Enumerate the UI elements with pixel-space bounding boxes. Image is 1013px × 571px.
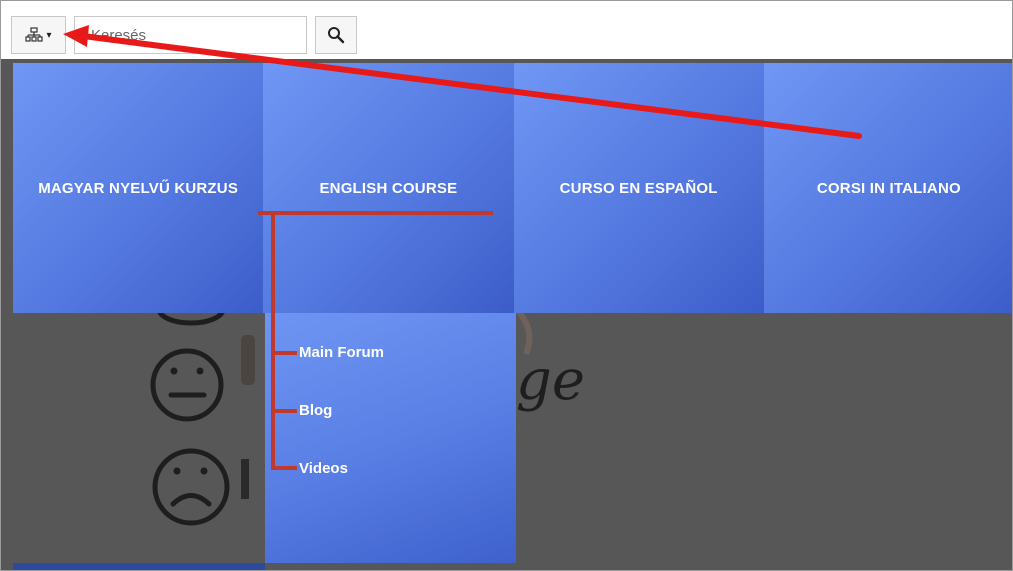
nav-item-magyar[interactable]: MAGYAR NYELVŰ KURZUS bbox=[13, 63, 264, 313]
sitemap-menu-button[interactable]: ▾ bbox=[11, 16, 66, 54]
submenu-item-videos[interactable]: Videos bbox=[299, 460, 348, 477]
neutral-face-icon bbox=[150, 348, 224, 422]
toolbar: ▾ bbox=[1, 1, 1012, 60]
main-navigation: MAGYAR NYELVŰ KURZUS ENGLISH COURSE CURS… bbox=[13, 63, 1012, 313]
search-button[interactable] bbox=[315, 16, 357, 54]
search-icon bbox=[328, 27, 345, 44]
page-content: ge MAGYAR NYELVŰ KURZUS ENGLISH COURSE C… bbox=[1, 59, 1012, 570]
submenu-item-blog[interactable]: Blog bbox=[299, 402, 332, 419]
window-frame: ▾ Keresés ge MAGYAR NYELVŰ KURZUS ENGLIS… bbox=[0, 0, 1013, 571]
nav-item-english[interactable]: ENGLISH COURSE bbox=[263, 63, 514, 313]
sitemap-icon bbox=[25, 27, 44, 42]
sad-face-icon bbox=[152, 448, 230, 526]
submenu-item-main-forum[interactable]: Main Forum bbox=[299, 344, 384, 361]
nav-item-espanol[interactable]: CURSO EN ESPAÑOL bbox=[513, 63, 764, 313]
nav-item-italiano[interactable]: CORSI IN ITALIANO bbox=[763, 63, 1012, 313]
search-input[interactable] bbox=[74, 16, 307, 54]
bottom-tile-edge bbox=[13, 563, 265, 570]
background-text: ge bbox=[516, 348, 585, 413]
english-course-submenu: Main Forum Blog Videos bbox=[265, 313, 516, 563]
chevron-down-icon: ▾ bbox=[46, 29, 52, 41]
